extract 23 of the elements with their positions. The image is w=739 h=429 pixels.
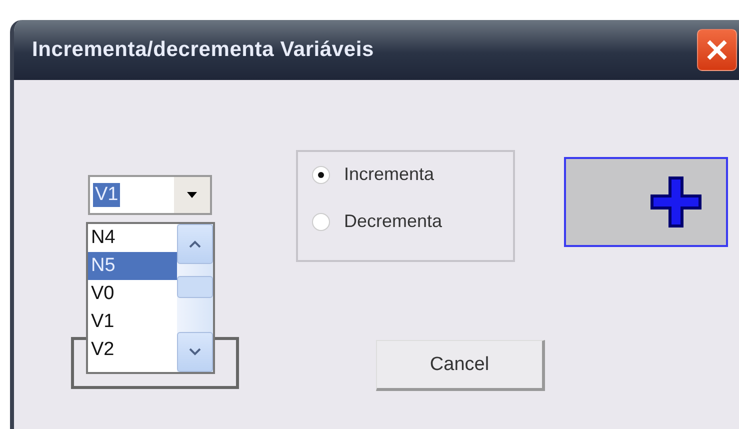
list-item[interactable]: V2 <box>88 336 177 364</box>
radio-label[interactable]: Incrementa <box>344 164 434 185</box>
scroll-up-button[interactable] <box>177 224 213 264</box>
chevron-up-icon <box>189 240 201 248</box>
increment-button[interactable] <box>564 157 728 247</box>
close-icon <box>706 39 728 61</box>
caret-icon <box>186 191 198 199</box>
list-item[interactable]: N5 <box>88 252 177 280</box>
radio-label[interactable]: Decrementa <box>344 211 442 232</box>
list-item[interactable]: N4 <box>88 224 177 252</box>
scroll-down-button[interactable] <box>177 332 213 372</box>
window-title: Incrementa/decrementa Variáveis <box>32 38 374 62</box>
close-button[interactable] <box>697 29 737 71</box>
cancel-button[interactable]: Cancel <box>376 340 545 391</box>
radio-button[interactable] <box>312 212 330 230</box>
scroll-thumb[interactable] <box>177 276 213 298</box>
radio-button[interactable] <box>312 166 330 184</box>
scrollbar[interactable] <box>177 224 213 372</box>
chevron-down-icon <box>189 348 201 356</box>
list-item[interactable]: V1 <box>88 308 177 336</box>
dropdown-field[interactable]: V1 <box>88 175 212 215</box>
plus-icon <box>650 176 702 228</box>
list-item[interactable]: V0 <box>88 280 177 308</box>
